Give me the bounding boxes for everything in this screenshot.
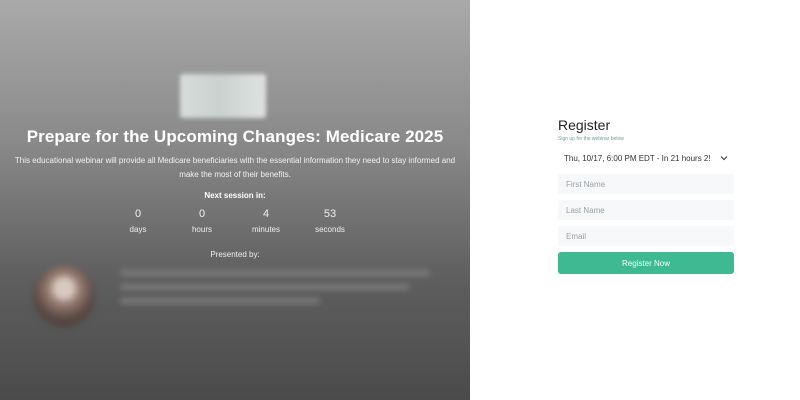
presenter-avatar <box>33 265 95 327</box>
event-info-panel: Prepare for the Upcoming Changes: Medica… <box>0 0 470 400</box>
countdown-seconds: 53 seconds <box>298 208 362 238</box>
registration-form: Register Sign up for the webinar below T… <box>558 117 734 274</box>
webinar-description: This educational webinar will provide al… <box>14 156 456 179</box>
email-field[interactable] <box>558 226 734 246</box>
register-heading: Register <box>558 117 611 133</box>
countdown-hours-unit: hours <box>191 225 212 234</box>
first-name-field[interactable] <box>558 174 734 194</box>
countdown-seconds-unit: seconds <box>315 225 345 234</box>
session-select-value: Thu, 10/17, 6:00 PM EDT - In 21 hours 2! <box>564 153 711 163</box>
last-name-field[interactable] <box>558 200 734 220</box>
countdown-minutes-unit: minutes <box>251 225 280 234</box>
countdown-hours: 0 hours <box>170 208 234 238</box>
countdown-days: 0 days <box>106 208 170 238</box>
presenter-bio-blurred <box>120 270 440 318</box>
presented-by-label: Presented by: <box>210 250 260 259</box>
session-select[interactable]: Thu, 10/17, 6:00 PM EDT - In 21 hours 2! <box>558 148 734 168</box>
countdown-timer: 0 days 0 hours 4 minutes 53 seconds <box>106 208 362 238</box>
countdown-hours-value: 0 <box>198 208 206 220</box>
countdown-minutes-value: 4 <box>262 208 270 220</box>
register-now-button[interactable]: Register Now <box>558 252 734 274</box>
countdown-days-unit: days <box>129 225 147 234</box>
countdown-days-value: 0 <box>134 208 142 220</box>
countdown-seconds-value: 53 <box>323 208 337 220</box>
chevron-down-icon <box>720 154 728 163</box>
register-subtitle: Sign up for the webinar below <box>558 136 624 142</box>
webinar-title: Prepare for the Upcoming Changes: Medica… <box>26 127 444 146</box>
company-logo <box>180 74 266 118</box>
countdown-minutes: 4 minutes <box>234 208 298 238</box>
next-session-label: Next session in: <box>204 191 266 200</box>
